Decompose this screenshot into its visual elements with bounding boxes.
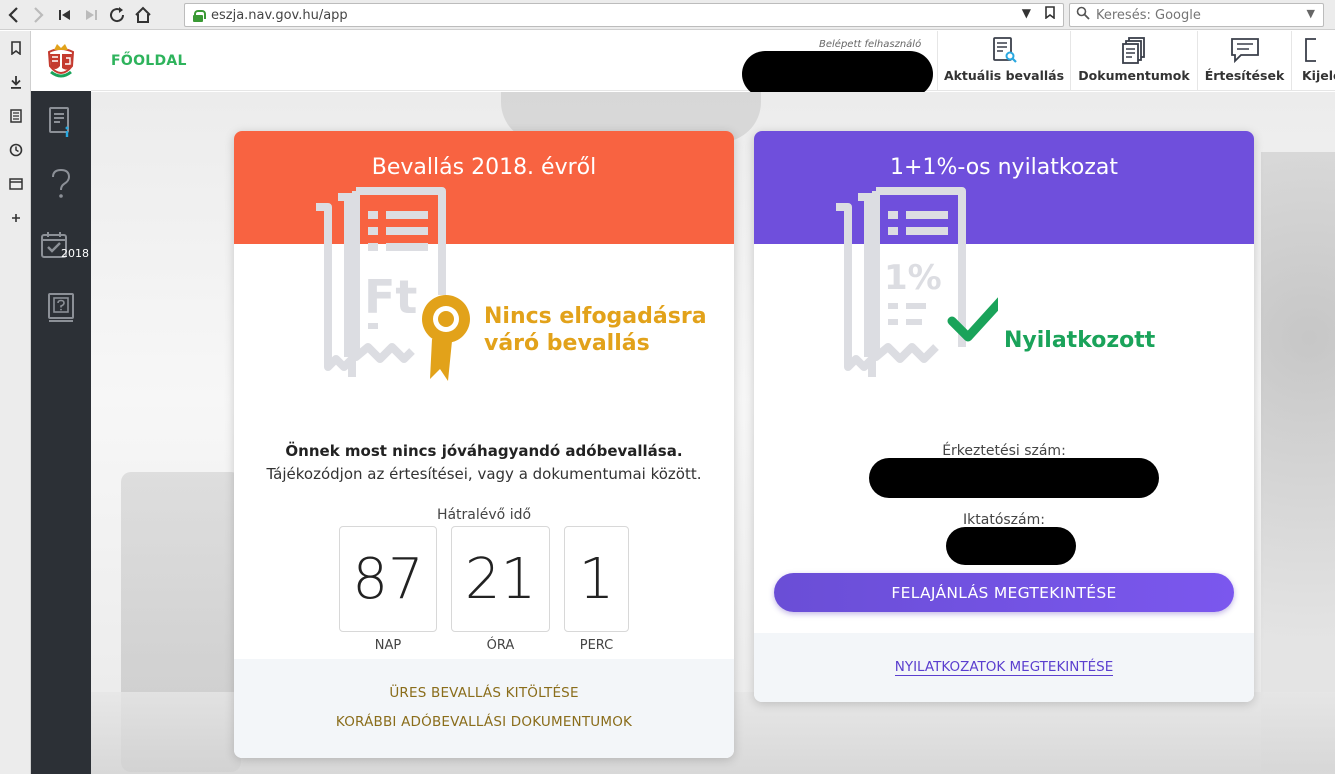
document-search-icon bbox=[993, 37, 1017, 63]
remaining-time-label: Hátralévő idő bbox=[436, 507, 532, 523]
countdown-days-unit: NAP bbox=[374, 638, 402, 653]
coat-of-arms-logo[interactable] bbox=[31, 31, 91, 91]
sidebar-item-calendar-2018[interactable]: 2018 bbox=[31, 215, 91, 277]
address-bar[interactable]: eszja.nav.gov.hu/app ▼ bbox=[184, 3, 1064, 27]
redacted-arrival-number bbox=[869, 458, 1159, 498]
declaration-card: 1+1%-os nyilatkozat 1% Nyilatkozott Érke… bbox=[754, 131, 1254, 702]
url-text: eszja.nav.gov.hu/app bbox=[211, 7, 348, 23]
notes-icon[interactable] bbox=[0, 99, 31, 133]
documents-stack-icon bbox=[1122, 37, 1145, 64]
info-message: Tájékozódjon az értesítései, vagy a doku… bbox=[266, 465, 702, 483]
nav-documents[interactable]: Dokumentumok bbox=[1070, 31, 1197, 91]
app-sidebar: 2018 bbox=[31, 31, 91, 774]
browser-side-panel bbox=[0, 31, 31, 774]
svg-text:1%: 1% bbox=[884, 258, 942, 298]
view-declarations-link-text: NYILATKOZATOK MEGTEKINTÉSE bbox=[894, 659, 1114, 676]
previous-documents-link[interactable]: KORÁBBI ADÓBEVALLÁSI DOKUMENTUMOK bbox=[234, 714, 734, 730]
tax-return-card-footer: ÜRES BEVALLÁS KITÖLTÉSE KORÁBBI ADÓBEVAL… bbox=[234, 659, 734, 758]
document-info-icon bbox=[49, 107, 69, 137]
nav-current-return-label: Aktuális bevallás bbox=[943, 68, 1065, 83]
help-book-icon bbox=[48, 293, 74, 322]
bookmarks-panel-icon[interactable] bbox=[0, 31, 31, 65]
sidebar-year-label: 2018 bbox=[61, 247, 89, 260]
svg-text:Ft: Ft bbox=[364, 270, 417, 324]
search-input[interactable] bbox=[1096, 7, 1323, 23]
home-icon[interactable] bbox=[130, 1, 156, 29]
search-bar[interactable]: ▼ bbox=[1069, 3, 1324, 27]
skip-back-icon[interactable] bbox=[52, 1, 78, 29]
receipt-percent-icon: 1% bbox=[836, 187, 998, 377]
view-declarations-link[interactable]: NYILATKOZATOK MEGTEKINTÉSE bbox=[754, 659, 1254, 676]
exit-icon bbox=[1305, 38, 1316, 62]
browser-toolbar: eszja.nav.gov.hu/app ▼ ▼ bbox=[0, 0, 1335, 30]
sidebar-item-help-book[interactable] bbox=[31, 277, 91, 339]
redacted-filing-number bbox=[946, 527, 1076, 565]
countdown-days: 87 bbox=[339, 526, 437, 632]
nav-logout[interactable]: Kijele bbox=[1291, 31, 1335, 91]
forward-icon[interactable] bbox=[26, 1, 52, 29]
bookmark-star-icon[interactable] bbox=[1045, 6, 1055, 22]
search-engine-dropdown-icon[interactable]: ▼ bbox=[1307, 7, 1315, 20]
receipt-forint-icon: Ft bbox=[316, 187, 470, 381]
back-icon[interactable] bbox=[0, 1, 26, 29]
search-icon bbox=[1076, 6, 1090, 24]
countdown-hours-unit: ÓRA bbox=[486, 638, 515, 653]
nav-logout-label: Kijele bbox=[1302, 68, 1335, 83]
countdown-minutes: 1 bbox=[564, 526, 629, 632]
logged-in-user-label: Belépett felhasználó bbox=[819, 39, 922, 50]
skip-forward-icon[interactable] bbox=[78, 1, 104, 29]
tax-return-card: Bevallás 2018. évről Ft Nincs elfogadásr… bbox=[234, 131, 734, 758]
empty-return-link[interactable]: ÜRES BEVALLÁS KITÖLTÉSE bbox=[234, 685, 734, 701]
nav-current-return[interactable]: Aktuális bevallás bbox=[937, 31, 1070, 91]
filing-number-label: Iktatószám: bbox=[963, 512, 1045, 528]
declaration-status: Nyilatkozott bbox=[1004, 328, 1156, 353]
window-panel-icon[interactable] bbox=[0, 167, 31, 201]
app-header: FŐOLDAL Belépett felhasználó Aktuális be… bbox=[91, 31, 1335, 97]
help-question-icon bbox=[52, 168, 71, 198]
arrival-number-label: Érkeztetési szám: bbox=[942, 443, 1066, 459]
countdown-minutes-unit: PERC bbox=[579, 638, 614, 653]
nav-notifications-label: Értesítések bbox=[1204, 68, 1285, 83]
declaration-card-footer: NYILATKOZATOK MEGTEKINTÉSE bbox=[754, 633, 1254, 702]
sidebar-item-document-info[interactable] bbox=[31, 91, 91, 153]
nav-documents-label: Dokumentumok bbox=[1078, 68, 1190, 83]
no-return-message: Önnek most nincs jóváhagyandó adóbevallá… bbox=[285, 442, 683, 460]
tax-return-status-line2: váró bevallás bbox=[484, 331, 650, 356]
history-icon[interactable] bbox=[0, 133, 31, 167]
dropdown-arrow-icon[interactable]: ▼ bbox=[1022, 6, 1031, 22]
message-icon bbox=[1230, 38, 1259, 64]
redacted-username bbox=[742, 51, 933, 97]
downloads-icon[interactable] bbox=[0, 65, 31, 99]
add-panel-icon[interactable] bbox=[0, 201, 31, 235]
nav-notifications[interactable]: Értesítések bbox=[1197, 31, 1291, 91]
sidebar-item-help[interactable] bbox=[31, 153, 91, 215]
lock-icon bbox=[193, 9, 206, 22]
view-offer-button[interactable]: FELAJÁNLÁS MEGTEKINTÉSE bbox=[774, 573, 1234, 612]
reload-icon[interactable] bbox=[104, 1, 130, 29]
tax-return-status: Nincs elfogadásra váró bevallás bbox=[484, 303, 707, 357]
countdown-hours: 21 bbox=[451, 526, 550, 632]
home-nav-link[interactable]: FŐOLDAL bbox=[111, 53, 187, 69]
tax-return-status-line1: Nincs elfogadásra bbox=[484, 304, 707, 329]
